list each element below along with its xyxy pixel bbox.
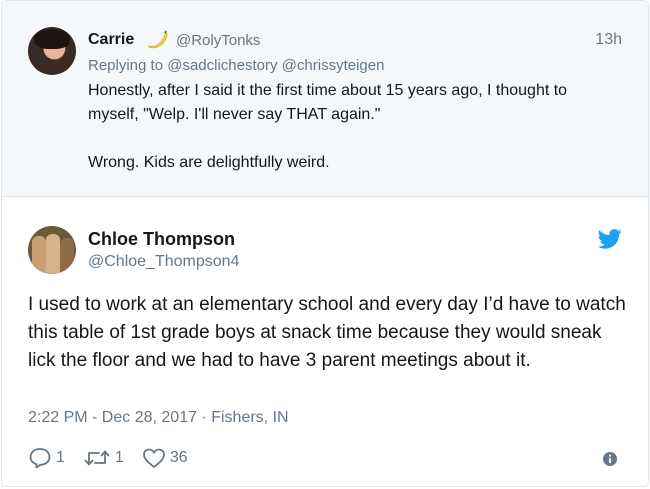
author-avatar[interactable] <box>28 226 76 274</box>
parent-tweet[interactable]: Carrie @RolyTonks 13h Replying to @sadcl… <box>2 1 648 197</box>
author-name[interactable]: Chloe Thompson <box>88 229 235 250</box>
replying-to-line: Replying to @sadclichestory @chrissyteig… <box>88 57 384 74</box>
like-count: 36 <box>169 449 188 466</box>
banana-emoji-icon <box>148 30 168 49</box>
retweet-icon <box>84 450 110 466</box>
tweet-timestamp[interactable]: 2:22 PM - Dec 28, 2017 <box>28 409 197 426</box>
parent-avatar[interactable] <box>28 27 76 75</box>
parent-timestamp[interactable]: 13h <box>595 31 622 49</box>
twitter-bird-icon[interactable] <box>598 229 622 249</box>
tweet-text: I used to work at an elementary school a… <box>28 294 626 371</box>
mention-link[interactable]: @sadclichestory <box>167 57 277 74</box>
meta-separator: · <box>201 409 207 426</box>
replying-to-label: Replying to <box>88 57 164 74</box>
parent-tweet-text: Honestly, after I said it the first time… <box>88 82 568 171</box>
parent-author-handle[interactable]: @RolyTonks <box>176 32 260 49</box>
author-handle[interactable]: @Chloe_Thompson4 <box>88 253 239 271</box>
tweet-embed-card: Carrie @RolyTonks 13h Replying to @sadcl… <box>1 0 649 487</box>
mention-link[interactable]: @chrissyteigen <box>282 57 385 74</box>
tweet-actions: 1 1 36 <box>28 445 206 471</box>
tweet-meta: 2:22 PM - Dec 28, 2017 · Fishers, IN <box>28 409 289 427</box>
reply-count: 1 <box>56 449 65 466</box>
retweet-count: 1 <box>114 449 124 466</box>
like-button[interactable]: 36 <box>142 447 188 469</box>
reply-button[interactable]: 1 <box>28 447 65 469</box>
heart-icon <box>142 448 165 468</box>
retweet-button[interactable]: 1 <box>83 447 124 469</box>
tweet-location[interactable]: Fishers, IN <box>211 409 288 426</box>
info-icon[interactable] <box>602 451 618 467</box>
parent-author-name[interactable]: Carrie <box>88 31 134 49</box>
reply-icon <box>29 448 51 469</box>
